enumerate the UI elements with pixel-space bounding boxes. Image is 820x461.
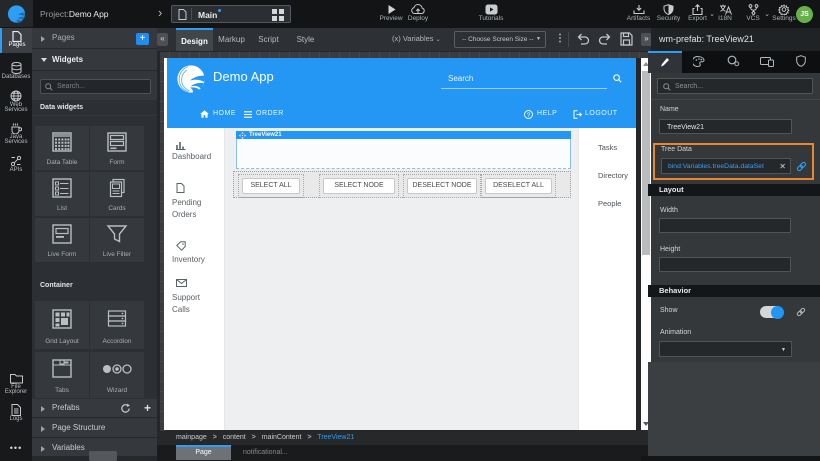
- svg-text:?: ?: [527, 112, 531, 119]
